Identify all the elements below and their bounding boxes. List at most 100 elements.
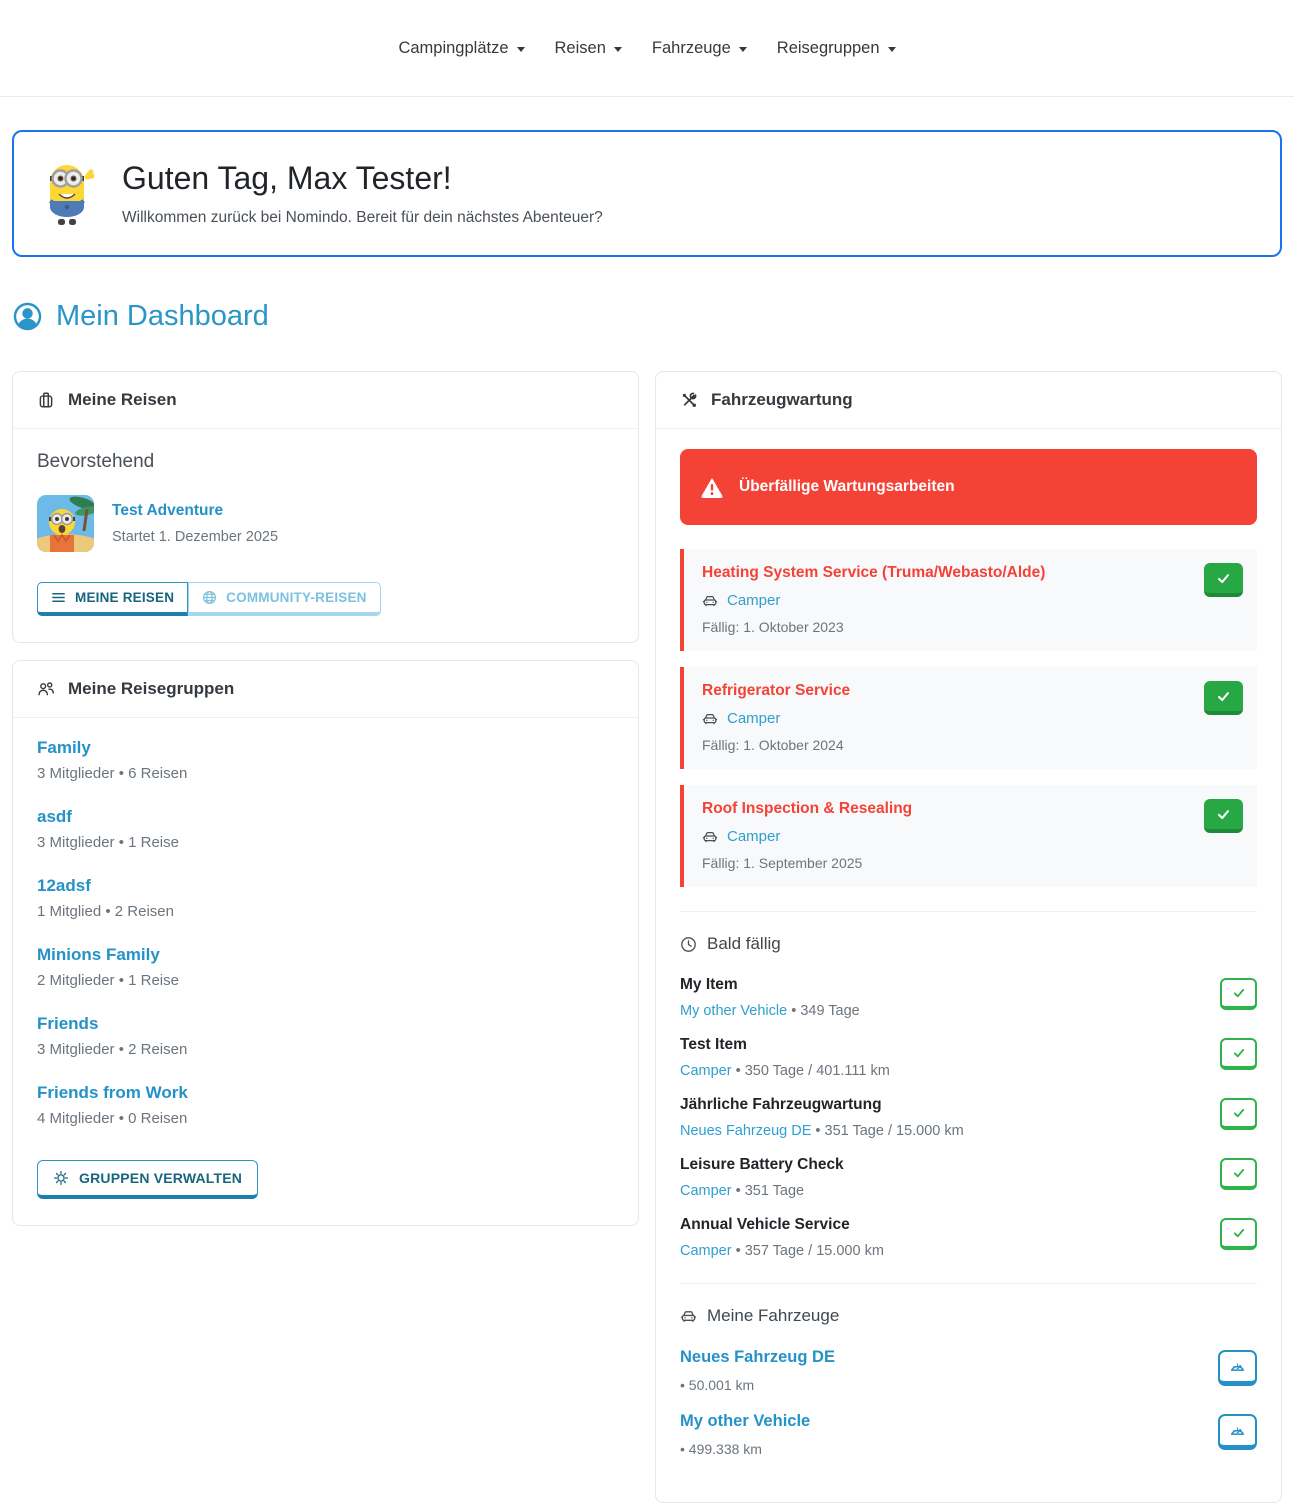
mileage-button[interactable] xyxy=(1218,1414,1257,1450)
vehicle-list-item: Neues Fahrzeug DE • 50.001 km xyxy=(680,1348,1257,1393)
vehicle-mileage: • 50.001 km xyxy=(680,1377,835,1393)
due-date: Fällig: 1. Oktober 2023 xyxy=(702,619,1239,635)
list-item: Friends from Work 4 Mitglieder • 0 Reise… xyxy=(37,1083,614,1127)
vehicle-link[interactable]: My other Vehicle xyxy=(680,1412,810,1431)
my-trips-button-label: MEINE REISEN xyxy=(75,590,174,605)
group-link[interactable]: 12adsf xyxy=(37,876,91,896)
mark-done-button[interactable] xyxy=(1220,1038,1257,1070)
my-trips-button[interactable]: MEINE REISEN xyxy=(37,582,188,616)
luggage-icon xyxy=(37,391,55,409)
overdue-alert-text: Überfällige Wartungsarbeiten xyxy=(739,478,955,496)
trips-button-group: MEINE REISEN COMMUNITY-REISEN xyxy=(37,582,381,616)
vehicle-maintenance-title: Fahrzeugwartung xyxy=(711,390,853,410)
trip-name-link[interactable]: Test Adventure xyxy=(112,502,278,520)
vehicle-link[interactable]: Neues Fahrzeug DE xyxy=(680,1348,835,1367)
due-soon-heading: Bald fällig xyxy=(680,934,1257,954)
upcoming-label: Bevorstehend xyxy=(37,451,614,473)
trip-thumbnail[interactable] xyxy=(37,495,94,552)
speedometer-icon xyxy=(1229,1422,1246,1439)
nav-menu-item[interactable]: Campingplätze xyxy=(398,39,524,58)
travel-groups-card: Meine Reisegruppen Family 3 Mitglieder •… xyxy=(12,660,639,1226)
globe-icon xyxy=(202,590,217,605)
group-link[interactable]: Minions Family xyxy=(37,945,160,965)
list-item: Minions Family 2 Mitglieder • 1 Reise xyxy=(37,945,614,989)
group-link[interactable]: Family xyxy=(37,738,91,758)
group-link[interactable]: asdf xyxy=(37,807,72,827)
group-link[interactable]: Friends xyxy=(37,1014,98,1034)
car-icon xyxy=(702,829,718,845)
overdue-maintenance-item: Refrigerator Service Camper Fällig: 1. O… xyxy=(680,667,1257,769)
group-link[interactable]: Friends from Work xyxy=(37,1083,188,1103)
welcome-banner: Guten Tag, Max Tester! Willkommen zurück… xyxy=(12,130,1282,257)
maintenance-task-name: Test Item xyxy=(680,1036,890,1054)
vehicle-link[interactable]: Camper xyxy=(680,1063,732,1079)
vehicle-link[interactable]: Camper xyxy=(680,1243,732,1259)
due-soon-item: My Item My other Vehicle • 349 Tage xyxy=(680,976,1257,1019)
group-meta: 3 Mitglieder • 6 Reisen xyxy=(37,765,614,782)
check-icon xyxy=(1216,571,1231,586)
maintenance-task-name: Heating System Service (Truma/Webasto/Al… xyxy=(702,564,1239,582)
caret-down-icon xyxy=(614,47,622,52)
vehicle-link[interactable]: My other Vehicle xyxy=(680,1003,787,1019)
mark-done-button[interactable] xyxy=(1204,563,1243,597)
due-soon-heading-text: Bald fällig xyxy=(707,934,781,954)
vehicle-link[interactable]: Camper xyxy=(727,710,780,727)
welcome-subtitle: Willkommen zurück bei Nomindo. Bereit fü… xyxy=(122,209,603,227)
gear-icon xyxy=(53,1170,69,1186)
mark-done-button[interactable] xyxy=(1220,1098,1257,1130)
list-item: 12adsf 1 Mitglied • 2 Reisen xyxy=(37,876,614,920)
mark-done-button[interactable] xyxy=(1220,1158,1257,1190)
my-trips-card: Meine Reisen Bevorstehend xyxy=(12,371,639,643)
nav-menu-label: Reisen xyxy=(555,39,606,58)
due-soon-meta: • 357 Tage / 15.000 km xyxy=(736,1243,884,1259)
nav-menu-label: Reisegruppen xyxy=(777,39,880,58)
check-icon xyxy=(1216,807,1231,822)
manage-groups-button[interactable]: GRUPPEN VERWALTEN xyxy=(37,1160,258,1199)
mark-done-button[interactable] xyxy=(1204,799,1243,833)
group-meta: 3 Mitglieder • 1 Reise xyxy=(37,834,614,851)
mark-done-button[interactable] xyxy=(1220,978,1257,1010)
due-soon-item: Jährliche Fahrzeugwartung Neues Fahrzeug… xyxy=(680,1096,1257,1139)
page-title-text: Mein Dashboard xyxy=(56,300,269,333)
vehicle-link[interactable]: Camper xyxy=(727,828,780,845)
nav-menu-item[interactable]: Reisegruppen xyxy=(777,39,896,58)
maintenance-task-name: My Item xyxy=(680,976,860,994)
vehicle-link[interactable]: Neues Fahrzeug DE xyxy=(680,1123,811,1139)
group-meta: 2 Mitglieder • 1 Reise xyxy=(37,972,614,989)
nav-menu-item[interactable]: Fahrzeuge xyxy=(652,39,747,58)
overdue-maintenance-item: Heating System Service (Truma/Webasto/Al… xyxy=(680,549,1257,651)
speedometer-icon xyxy=(1229,1358,1246,1375)
mark-done-button[interactable] xyxy=(1220,1218,1257,1250)
clock-icon xyxy=(680,936,697,953)
maintenance-task-name: Refrigerator Service xyxy=(702,682,1239,700)
trip-start-date: Startet 1. Dezember 2025 xyxy=(112,529,278,545)
maintenance-task-name: Annual Vehicle Service xyxy=(680,1216,884,1234)
vehicle-maintenance-header: Fahrzeugwartung xyxy=(656,372,1281,429)
list-item: Friends 3 Mitglieder • 2 Reisen xyxy=(37,1014,614,1058)
group-meta: 4 Mitglieder • 0 Reisen xyxy=(37,1110,614,1127)
maintenance-task-name: Leisure Battery Check xyxy=(680,1156,844,1174)
manage-groups-button-label: GRUPPEN VERWALTEN xyxy=(79,1170,242,1186)
tools-icon xyxy=(680,391,698,409)
check-icon xyxy=(1232,986,1246,1000)
nav-menu-label: Campingplätze xyxy=(398,39,508,58)
maintenance-task-name: Jährliche Fahrzeugwartung xyxy=(680,1096,964,1114)
my-vehicles-heading: Meine Fahrzeuge xyxy=(680,1306,1257,1326)
due-soon-item: Test Item Camper • 350 Tage / 401.111 km xyxy=(680,1036,1257,1079)
vehicle-link[interactable]: Camper xyxy=(680,1183,732,1199)
community-trips-button[interactable]: COMMUNITY-REISEN xyxy=(188,582,380,616)
vehicle-mileage: • 499.338 km xyxy=(680,1441,810,1457)
group-meta: 1 Mitglied • 2 Reisen xyxy=(37,903,614,920)
due-soon-item: Annual Vehicle Service Camper • 357 Tage… xyxy=(680,1216,1257,1259)
car-icon xyxy=(702,593,718,609)
trip-item: Test Adventure Startet 1. Dezember 2025 xyxy=(37,495,614,552)
nav-menu-label: Fahrzeuge xyxy=(652,39,731,58)
vehicle-list-item: My other Vehicle • 499.338 km xyxy=(680,1412,1257,1457)
maintenance-task-name: Roof Inspection & Resealing xyxy=(702,800,1239,818)
mileage-button[interactable] xyxy=(1218,1350,1257,1386)
check-icon xyxy=(1216,689,1231,704)
nav-menu-item[interactable]: Reisen xyxy=(555,39,622,58)
mark-done-button[interactable] xyxy=(1204,681,1243,715)
vehicle-link[interactable]: Camper xyxy=(727,592,780,609)
check-icon xyxy=(1232,1226,1246,1240)
